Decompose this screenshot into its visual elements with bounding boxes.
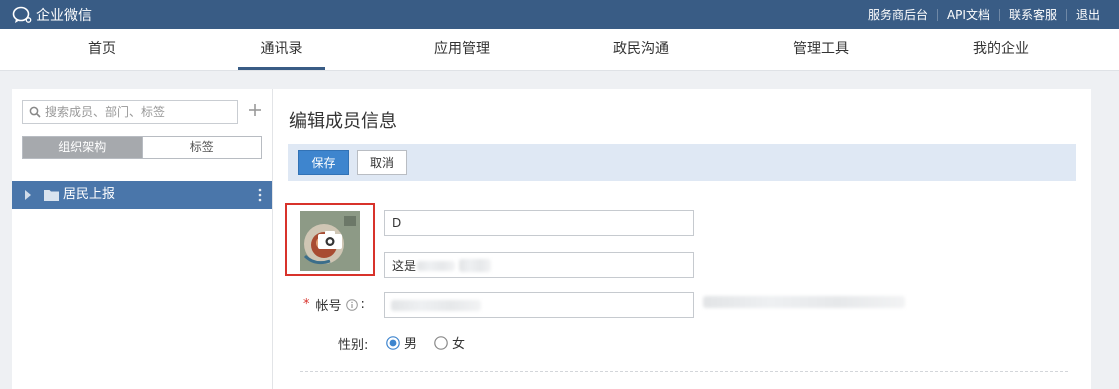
nav-contacts[interactable]: 通讯录 [238, 29, 325, 70]
main-nav: 首页 通讯录 应用管理 政民沟通 管理工具 我的企业 [0, 29, 1119, 71]
top-links: 服务商后台 API文档 联系客服 退出 [859, 0, 1109, 29]
info-icon[interactable] [345, 298, 358, 311]
camera-icon [318, 231, 342, 249]
sidebar: 组织架构 标签 居民上报 [12, 89, 273, 389]
link-contact-support[interactable]: 联系客服 [1000, 6, 1066, 23]
wecom-logo-icon [12, 6, 32, 23]
caret-right-icon[interactable] [24, 190, 32, 200]
account-label: * 帐号 : [303, 295, 365, 314]
alias-field [384, 252, 694, 278]
radio-unchecked-icon[interactable] [434, 335, 448, 350]
avatar[interactable] [300, 211, 360, 271]
tab-org-structure[interactable]: 组织架构 [23, 137, 142, 158]
nav-app-management[interactable]: 应用管理 [420, 29, 504, 70]
app-title: 企业微信 [36, 7, 92, 24]
nav-my-enterprise[interactable]: 我的企业 [959, 29, 1043, 70]
save-button[interactable]: 保存 [298, 150, 349, 175]
gender-label: 性别: [338, 338, 369, 353]
gender-option-female[interactable]: 女 [434, 333, 465, 352]
link-logout[interactable]: 退出 [1067, 6, 1109, 23]
link-api-docs[interactable]: API文档 [938, 6, 999, 23]
tree-item-resident-report[interactable]: 居民上报 [12, 181, 272, 209]
nav-citizen-communication[interactable]: 政民沟通 [599, 29, 683, 70]
tab-tags[interactable]: 标签 [141, 137, 261, 158]
top-bar: 企业微信 服务商后台 API文档 联系客服 退出 [0, 0, 1119, 29]
main-content: 编辑成员信息 保存 取消 D 这是 * 帐号: 性别: 男 女 [273, 89, 1091, 389]
search-icon [29, 106, 41, 118]
avatar-highlight [285, 203, 375, 276]
more-vertical-icon[interactable] [258, 188, 262, 202]
logo[interactable]: 企业微信 [12, 4, 92, 25]
search-box [22, 100, 238, 124]
radio-checked-icon[interactable] [386, 335, 400, 350]
redacted-hint [703, 296, 905, 308]
account-field [384, 292, 694, 318]
toolbar: 保存 取消 [288, 144, 1076, 181]
required-marker: * [303, 297, 310, 312]
search-input[interactable] [45, 103, 233, 121]
colon: : [360, 297, 365, 312]
nav-management-tools[interactable]: 管理工具 [779, 29, 863, 70]
page-title: 编辑成员信息 [289, 111, 397, 132]
name-input[interactable] [385, 211, 693, 235]
plus-icon[interactable] [248, 103, 262, 117]
redacted-text [417, 261, 455, 271]
sidebar-tabs: 组织架构 标签 [22, 136, 262, 159]
folder-icon [44, 190, 59, 201]
redacted-text [391, 300, 481, 311]
gender-male-label: 男 [404, 337, 418, 352]
account-label-text: 帐号 [315, 299, 342, 314]
gender-option-male[interactable]: 男 [386, 333, 417, 352]
redacted-text [459, 259, 491, 272]
gender-female-label: 女 [452, 337, 466, 352]
section-divider [300, 371, 1068, 372]
tree-item-label: 居民上报 [63, 187, 116, 202]
name-field [384, 210, 694, 236]
nav-home[interactable]: 首页 [67, 29, 137, 70]
link-service-provider[interactable]: 服务商后台 [859, 6, 937, 23]
cancel-button[interactable]: 取消 [357, 150, 407, 175]
